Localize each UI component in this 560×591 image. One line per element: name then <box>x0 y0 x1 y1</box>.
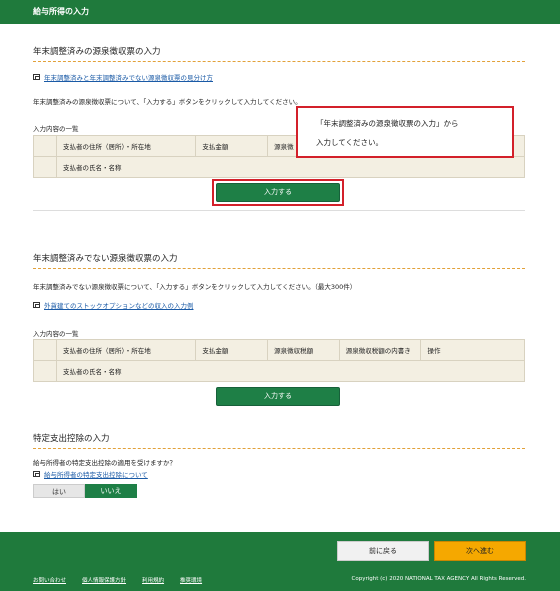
table-label: 入力内容の一覧 <box>33 125 79 133</box>
help-link-label[interactable]: 年末調整済みと年末調整済みでない源泉徴収票の見分け方 <box>44 72 213 82</box>
next-button[interactable]: 次へ進む <box>434 541 526 561</box>
callout-line-2: 入力してください。 <box>316 138 384 147</box>
yes-option[interactable]: はい <box>33 484 85 498</box>
section-title-special-deduction: 特定支出控除の入力 <box>33 432 525 449</box>
special-deduction-question: 給与所得者の特定支出控除の適用を受けますか？ <box>33 459 176 467</box>
back-button[interactable]: 前に戻る <box>337 541 429 561</box>
callout-line-1: 「年末調整済みの源泉徴収票の入力」から <box>316 119 459 128</box>
copyright-text: Copyright (c) 2020 NATIONAL TAX AGENCY A… <box>351 576 526 582</box>
column-header-tax: 源泉徴収税額 <box>267 340 339 360</box>
table-label: 入力内容の一覧 <box>33 330 79 338</box>
footer-link-env[interactable]: 推奨環境 <box>180 576 202 584</box>
help-link-label[interactable]: 外貨建てのストックオプションなどの収入の入力例 <box>44 300 194 310</box>
column-header-amount: 支払金額 <box>195 340 267 360</box>
divider <box>33 210 525 211</box>
no-option[interactable]: いいえ <box>85 484 137 498</box>
footer-link-contact[interactable]: お問い合わせ <box>33 576 66 584</box>
section-title-adjusted: 年末調整済みの源泉徴収票の入力 <box>33 45 525 62</box>
footer-link-terms[interactable]: 利用規約 <box>142 576 164 584</box>
input-button-adjusted[interactable]: 入力する <box>216 183 340 202</box>
help-link-stock-option[interactable]: 外貨建てのストックオプションなどの収入の入力例 <box>33 300 194 310</box>
section2-instruction: 年末調整済みでない源泉徴収票について、「入力する」ボタンをクリックして入力してく… <box>33 283 357 291</box>
column-header-tax-detail: 源泉徴収税額の内書き <box>338 340 421 360</box>
withholding-table-not-adjusted: 支払者の住所（居所）・所在地 支払金額 源泉徴収税額 源泉徴収税額の内書き 操作… <box>33 339 525 382</box>
column-header-operation: 操作 <box>420 340 524 360</box>
external-window-icon <box>33 74 40 80</box>
input-button-not-adjusted[interactable]: 入力する <box>216 387 340 406</box>
column-header-address: 支払者の住所（居所）・所在地 <box>55 136 195 156</box>
page-header: 給与所得の入力 <box>0 0 560 24</box>
special-deduction-toggle: はい いいえ <box>33 484 137 498</box>
column-header-name: 支払者の氏名・名称 <box>56 361 196 381</box>
table-header-row: 支払者の住所（居所）・所在地 支払金額 源泉徴収税額 源泉徴収税額の内書き 操作 <box>34 340 524 361</box>
help-link-special-deduction[interactable]: 給与所得者の特定支出控除について <box>33 469 148 479</box>
footer-link-privacy[interactable]: 個人情報保護方針 <box>82 576 126 584</box>
page-title: 給与所得の入力 <box>33 7 89 16</box>
column-header-amount: 支払金額 <box>195 136 267 156</box>
section-instruction: 年末調整済みの源泉徴収票について、「入力する」ボタンをクリックして入力してくださ… <box>33 98 302 106</box>
column-header-address: 支払者の住所（居所）・所在地 <box>55 340 195 360</box>
external-window-icon <box>33 471 40 477</box>
footer-links: お問い合わせ 個人情報保護方針 利用規約 推奨環境 <box>33 576 202 584</box>
external-window-icon <box>33 302 40 308</box>
column-header-name: 支払者の氏名・名称 <box>56 157 196 177</box>
help-link-distinguish[interactable]: 年末調整済みと年末調整済みでない源泉徴収票の見分け方 <box>33 72 213 82</box>
table-header-row-2: 支払者の氏名・名称 <box>34 361 524 381</box>
help-link-label[interactable]: 給与所得者の特定支出控除について <box>44 469 148 479</box>
table-header-row-2: 支払者の氏名・名称 <box>34 157 524 177</box>
instruction-callout: 「年末調整済みの源泉徴収票の入力」から 入力してください。 <box>296 106 514 158</box>
section-title-not-adjusted: 年末調整済みでない源泉徴収票の入力 <box>33 252 525 269</box>
